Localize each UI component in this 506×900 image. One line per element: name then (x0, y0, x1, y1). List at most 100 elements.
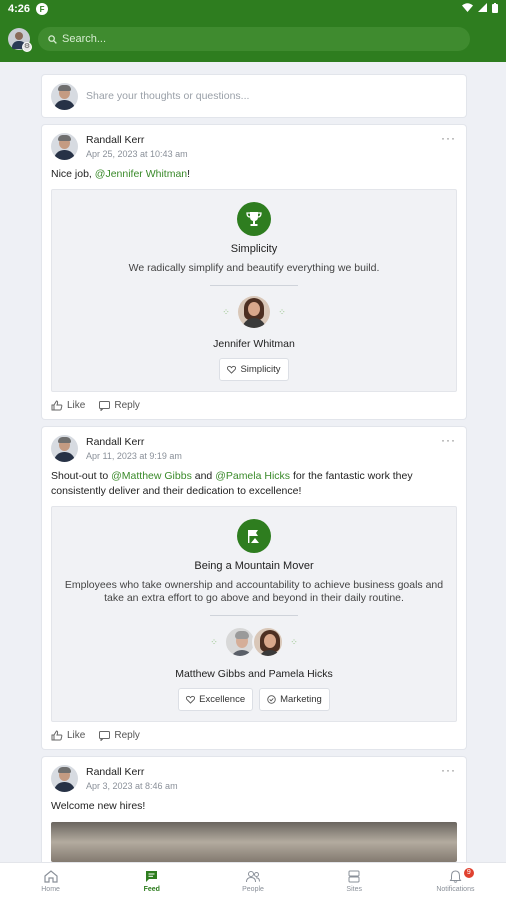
comment-icon (99, 400, 111, 411)
post-author[interactable]: Randall Kerr (86, 766, 178, 778)
author-avatar[interactable] (51, 765, 78, 792)
search-input[interactable]: Search... (38, 27, 470, 51)
feed: Share your thoughts or questions... ··· … (42, 75, 466, 878)
check-circle-icon (267, 695, 276, 704)
recipient-avatar[interactable] (238, 296, 270, 328)
more-options-icon[interactable]: ··· (441, 131, 456, 145)
author-avatar[interactable] (51, 435, 78, 462)
feed-post: ··· Randall Kerr Apr 3, 2023 at 8:46 am … (42, 757, 466, 870)
bell-icon (449, 870, 462, 883)
tag-label: Simplicity (240, 364, 281, 375)
sparkle-icon: ⁘ (278, 306, 286, 317)
like-button[interactable]: Like (51, 730, 85, 741)
mention-link[interactable]: @Jennifer Whitman (95, 168, 187, 180)
feed-post: ··· Randall Kerr Apr 11, 2023 at 9:19 am… (42, 427, 466, 749)
comment-icon (99, 730, 111, 741)
recipients: ⁘ ⁘ (62, 294, 446, 330)
mention-link[interactable]: @Matthew Gibbs (111, 470, 192, 482)
post-text-part: Shout-out to (51, 470, 112, 482)
post-text-part: ! (187, 168, 191, 180)
like-label: Like (67, 400, 86, 411)
recognition-card: Being a Mountain Mover Employees who tak… (51, 506, 457, 722)
status-time: 4:26 (8, 3, 31, 15)
nav-label: Feed (143, 886, 160, 893)
value-tag[interactable]: Simplicity (219, 358, 289, 381)
home-icon (43, 870, 58, 883)
sparkle-icon: ⁘ (210, 636, 218, 647)
recipient-names: Jennifer Whitman (213, 338, 295, 350)
heart-icon (227, 365, 237, 374)
sites-icon (348, 870, 360, 883)
app-header: 4:26 F ⚙ Search... (0, 0, 506, 62)
people-icon (246, 871, 260, 883)
battery-icon (492, 2, 498, 16)
search-icon (48, 34, 57, 44)
nav-people[interactable]: People (202, 863, 303, 900)
wifi-icon (462, 3, 473, 15)
recipients: ⁘ ⁘ (62, 624, 446, 660)
nav-feed[interactable]: Feed (101, 863, 202, 900)
trophy-icon (237, 202, 271, 236)
tag-label: Marketing (280, 694, 322, 705)
reply-button[interactable]: Reply (99, 400, 140, 411)
nav-notifications[interactable]: 9 Notifications (405, 863, 506, 900)
post-author[interactable]: Randall Kerr (86, 436, 182, 448)
award-title: Simplicity (230, 243, 278, 255)
reply-button[interactable]: Reply (99, 730, 140, 741)
recognition-card: Simplicity We radically simplify and bea… (51, 189, 457, 392)
tag-label: Excellence (199, 694, 246, 705)
notification-count-badge: 9 (463, 868, 474, 878)
post-text: Nice job, @Jennifer Whitman! (51, 167, 457, 182)
award-title: Being a Mountain Mover (194, 560, 314, 572)
post-text-part: and (191, 470, 216, 482)
sparkle-icon: ⁘ (222, 306, 230, 317)
bottom-navigation: Home Feed People Sites 9 Notifications (0, 862, 506, 900)
thumbs-up-icon (51, 400, 63, 411)
composer-avatar (51, 82, 78, 110)
divider (210, 285, 298, 286)
signal-icon (478, 3, 487, 15)
like-label: Like (67, 730, 86, 741)
recipient-avatar[interactable] (252, 626, 284, 658)
value-tag[interactable]: Excellence (178, 688, 254, 711)
value-tag[interactable]: Marketing (259, 688, 330, 711)
post-timestamp: Apr 3, 2023 at 8:46 am (86, 781, 178, 791)
more-options-icon[interactable]: ··· (441, 763, 456, 777)
award-description: Employees who take ownership and account… (64, 579, 444, 604)
heart-icon (186, 695, 196, 704)
post-timestamp: Apr 25, 2023 at 10:43 am (86, 149, 188, 159)
thumbs-up-icon (51, 730, 63, 741)
app-notification-icon: F (36, 3, 49, 15)
composer-placeholder: Share your thoughts or questions... (86, 90, 250, 102)
divider (210, 615, 298, 616)
feed-icon (146, 871, 158, 882)
like-button[interactable]: Like (51, 400, 85, 411)
profile-avatar[interactable]: ⚙ (8, 28, 32, 52)
nav-home[interactable]: Home (0, 863, 101, 900)
mention-link[interactable]: @Pamela Hicks (215, 470, 290, 482)
nav-label: Notifications (436, 886, 475, 893)
post-text-part: Nice job, (51, 168, 95, 180)
author-avatar[interactable] (51, 133, 78, 160)
post-author[interactable]: Randall Kerr (86, 134, 188, 146)
nav-sites[interactable]: Sites (304, 863, 405, 900)
feed-post: ··· Randall Kerr Apr 25, 2023 at 10:43 a… (42, 125, 466, 419)
nav-label: Home (41, 886, 60, 893)
search-placeholder: Search... (62, 33, 107, 45)
post-image[interactable] (51, 822, 457, 862)
post-composer[interactable]: Share your thoughts or questions... (42, 75, 466, 117)
settings-gear-icon: ⚙ (22, 42, 32, 52)
reply-label: Reply (114, 730, 140, 741)
post-text: Shout-out to @Matthew Gibbs and @Pamela … (51, 469, 457, 499)
reply-label: Reply (114, 400, 140, 411)
mountain-flag-icon (237, 519, 271, 553)
nav-label: People (242, 886, 264, 893)
award-description: We radically simplify and beautify every… (128, 262, 380, 274)
recipient-names: Matthew Gibbs and Pamela Hicks (175, 668, 333, 680)
post-text: Welcome new hires! (51, 800, 146, 812)
nav-label: Sites (346, 886, 362, 893)
more-options-icon[interactable]: ··· (441, 433, 456, 447)
status-bar: 4:26 F (0, 0, 506, 18)
post-timestamp: Apr 11, 2023 at 9:19 am (86, 451, 182, 461)
sparkle-icon: ⁘ (290, 636, 298, 647)
